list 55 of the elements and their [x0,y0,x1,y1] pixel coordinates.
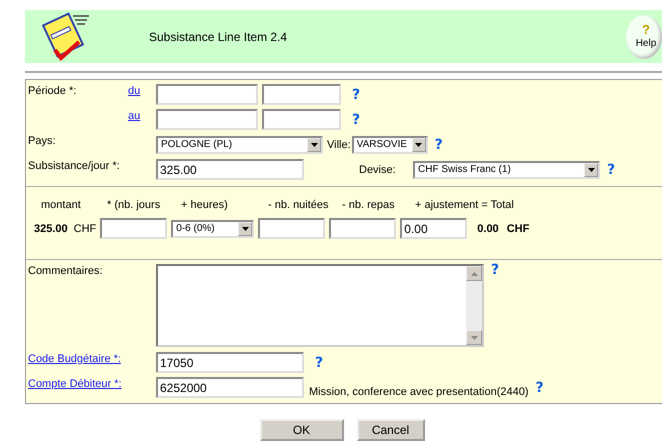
debit-account-link[interactable]: Compte Débiteur *: [28,375,156,390]
column-header: + heures) [181,199,229,211]
debit-account-field[interactable]: 6252000 [156,377,304,398]
dropdown-arrow-icon [310,142,318,146]
account-description: Mission, conference avec presentation(2440) [309,386,529,398]
help-icon[interactable]: ? [434,136,443,152]
help-icon[interactable]: ? [352,86,360,102]
dropdown-arrow-icon [242,226,249,230]
field-label: Ville: [327,138,351,150]
scroll-down-icon [470,336,478,340]
date-field[interactable] [156,109,258,130]
help-icon[interactable]: ? [536,380,544,396]
scrollbar[interactable] [466,266,482,345]
field-label: Commentaires: [28,264,104,277]
date-field[interactable] [156,84,258,105]
dropdown-arrow-icon [588,168,594,172]
help-button[interactable]: ? Help [626,14,662,58]
country-select[interactable]: POLOGNE (PL) [156,136,323,154]
currency-select[interactable]: CHF Swiss Franc (1) [413,160,600,178]
total-value: 0.00 [477,222,499,234]
column-header: montant [41,199,82,211]
column-header: + ajustement = Total [415,199,514,211]
meals-field[interactable] [329,218,396,239]
help-icon[interactable]: ? [607,162,616,178]
help-icon[interactable]: ? [491,262,500,278]
comments-field[interactable] [156,264,484,347]
cancel-button[interactable]: Cancel [356,419,424,441]
field-label: Pays: [28,134,57,147]
field-label: Subsistance/jour *: [28,159,121,172]
currency-code: CHF [506,222,530,234]
time-field[interactable] [262,84,341,105]
city-select[interactable]: VARSOVIE [352,136,428,154]
currency-code: CHF [74,222,96,234]
budget-code-field[interactable]: 17050 [156,352,304,373]
date-link[interactable]: au [128,107,156,122]
column-header: * (nb. jours [107,199,162,211]
page-title: Subsistance Line Item 2.4 [149,30,288,44]
days-field[interactable] [100,218,168,239]
date-link[interactable]: du [128,82,156,97]
help-icon[interactable]: ? [352,112,360,128]
hours-select[interactable]: 0-6 (0%) [171,220,254,238]
dropdown-arrow-icon [415,142,422,146]
adjustment-field[interactable]: 0.00 [400,218,468,239]
rate-field[interactable]: 325.00 [156,159,304,180]
nights-field[interactable] [258,218,326,239]
help-icon[interactable]: ? [315,354,324,370]
time-field[interactable] [262,109,341,130]
amount-value: 325.00 [34,222,68,234]
budget-code-link[interactable]: Code Budgétaire *: [28,350,156,365]
column-header: - nb. repas [342,199,396,211]
column-header: - nb. nuitées [268,199,330,211]
scroll-up-icon [470,272,478,276]
field-label: Devise: [359,164,397,176]
ok-button[interactable]: OK [260,419,344,441]
field-label: Période *: [28,84,78,97]
